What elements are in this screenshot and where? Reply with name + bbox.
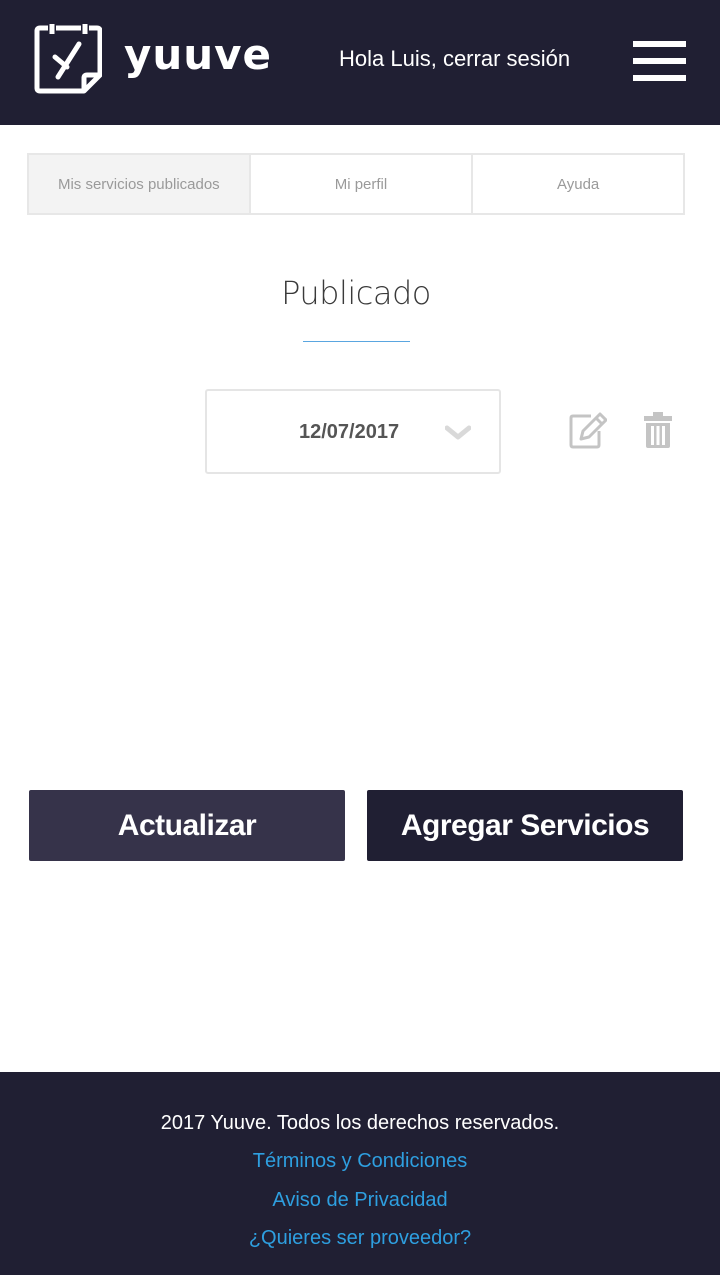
add-services-button[interactable]: Agregar Servicios — [367, 790, 683, 861]
tab-label: Ayuda — [557, 175, 600, 193]
calendar-check-icon — [34, 24, 102, 94]
tab-bar: Mis servicios publicados Mi perfil Ayuda — [27, 153, 685, 215]
copyright-text: 2017 Yuuve. Todos los derechos reservado… — [160, 1112, 560, 1134]
logo[interactable]: yuuve — [34, 24, 272, 94]
header: yuuve Hola Luis, cerrar sesión — [0, 0, 720, 125]
tab-mis-servicios[interactable]: Mis servicios publicados — [27, 153, 251, 215]
page-title: Publicado — [281, 274, 431, 312]
menu-icon[interactable] — [633, 41, 686, 81]
date-select[interactable]: 12/07/2017 — [205, 389, 501, 474]
edit-icon[interactable] — [569, 411, 608, 449]
greeting-logout-link[interactable]: Hola Luis, cerrar sesión — [339, 46, 570, 72]
footer: 2017 Yuuve. Todos los derechos reservado… — [0, 1072, 720, 1275]
date-select-value: 12/07/2017 — [299, 421, 400, 443]
title-divider — [303, 341, 410, 342]
tab-mi-perfil[interactable]: Mi perfil — [250, 153, 474, 215]
update-button[interactable]: Actualizar — [29, 790, 345, 861]
tab-label: Mi perfil — [334, 175, 388, 193]
privacy-link[interactable]: Aviso de Privacidad — [0, 1189, 720, 1212]
tab-label: Mis servicios publicados — [57, 175, 220, 193]
brand-name: yuuve — [124, 30, 273, 79]
trash-icon[interactable] — [643, 411, 673, 449]
become-provider-link[interactable]: ¿Quieres ser proveedor? — [0, 1227, 720, 1250]
tab-ayuda[interactable]: Ayuda — [473, 153, 685, 215]
terms-link[interactable]: Términos y Condiciones — [0, 1150, 720, 1173]
chevron-down-icon — [445, 425, 471, 440]
